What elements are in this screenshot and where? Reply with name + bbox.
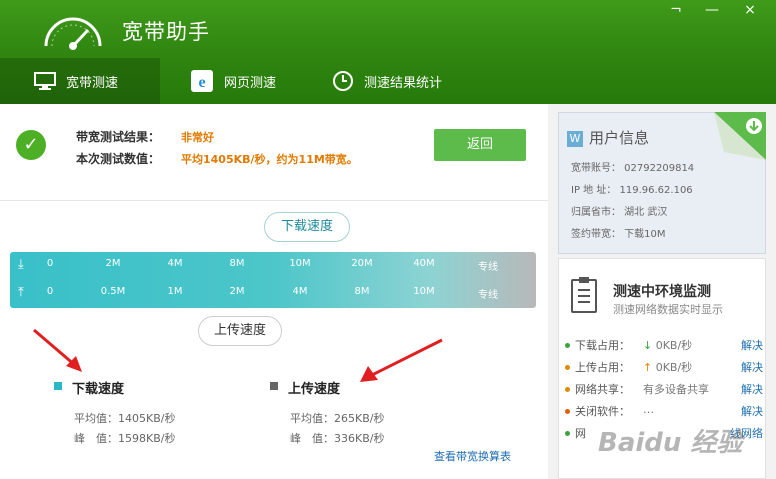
user-region: 归属省市： 湖北 武汉: [571, 207, 668, 218]
return-button[interactable]: 返回: [434, 129, 526, 161]
scale-tick: 10M: [413, 286, 435, 297]
scale-tick: 专线: [478, 262, 498, 273]
download-icon: ⤓: [18, 257, 24, 272]
env-row-share: 网络共享： 有多设备共享 解决: [565, 381, 763, 399]
red-arrow-icon: [33, 328, 82, 372]
tab-bar: 宽带测速 e 网页测速 测速结果统计: [0, 58, 776, 104]
speedometer-logo-icon: [44, 17, 102, 50]
tab-label: 网页测速: [224, 75, 277, 91]
scale-tick: 2M: [105, 258, 121, 269]
upload-legend-swatch: [270, 382, 278, 390]
status-dot: [565, 365, 570, 370]
download-scale-row: ⤓ 0 2M 4M 8M 10M 20M 40M 专线: [10, 252, 536, 280]
upload-speed-bubble: 上传速度: [198, 316, 282, 346]
main-panel: ✓ 带宽测试结果： 非常好 本次测试数值： 平均1405KB/秒，约为11M带宽…: [0, 104, 548, 479]
scale-tick: 20M: [351, 258, 373, 269]
monitor-icon: [34, 72, 56, 90]
scale-tick: 0.5M: [100, 286, 126, 297]
upload-scale-row: ⤒ 0 0.5M 1M 2M 4M 8M 10M 专线: [10, 280, 536, 308]
env-row-upload: 上传占用： ↑ 0KB/秒 解决: [565, 359, 763, 377]
resolve-link[interactable]: 解决: [741, 337, 763, 353]
minimize-button-2[interactable]: —: [702, 2, 722, 18]
resolve-link[interactable]: 解决: [741, 403, 763, 419]
download-peak: 峰 值：1598KB/秒: [74, 432, 176, 445]
bandwidth-conversion-link[interactable]: 查看带宽换算表: [434, 448, 511, 464]
tab-label: 测速结果统计: [364, 75, 443, 91]
tab-web-speedtest[interactable]: e 网页测速: [190, 58, 276, 104]
scale-tick: 8M: [229, 258, 245, 269]
title-bar: 宽带助手 ¬ — ×: [0, 0, 776, 58]
download-speed-bubble: 下载速度: [264, 212, 350, 242]
user-info-header: W 用户信息: [567, 127, 649, 148]
scale-tick: 0: [46, 286, 54, 297]
env-monitor-subtitle: 测速网络数据实时显示: [613, 303, 723, 316]
clipboard-icon: [571, 277, 597, 313]
env-label: 网: [575, 427, 586, 440]
download-corner-icon[interactable]: [714, 112, 766, 160]
user-account: 宽带账号： 02792209814: [571, 163, 695, 174]
download-stats-title: 下载速度: [72, 382, 125, 397]
divider: [0, 200, 548, 201]
scale-tick: 0: [46, 258, 54, 269]
app-title: 宽带助手: [122, 20, 210, 44]
user-bandwidth: 签约带宽： 下载10M: [571, 229, 666, 240]
minimize-button[interactable]: ¬: [666, 2, 686, 18]
scale-tick: 8M: [354, 286, 370, 297]
env-label: 网络共享：: [575, 383, 630, 396]
tab-broadband-speedtest[interactable]: 宽带测速: [0, 58, 160, 104]
scale-tick: 专线: [478, 290, 498, 301]
user-info-card: W 用户信息 宽带账号： 02792209814 IP 地 址： 119.96.6…: [558, 112, 766, 254]
watermark: Baidu 经验: [598, 428, 743, 458]
check-circle-icon: ✓: [16, 130, 46, 160]
env-row-download: 下载占用： ↓ 0KB/秒 解决: [565, 337, 763, 355]
upload-avg: 平均值：265KB/秒: [290, 412, 385, 425]
red-arrow-icon: [360, 338, 443, 382]
download-legend-swatch: [54, 382, 62, 390]
user-info-title: 用户信息: [589, 129, 650, 147]
upload-peak: 峰 值：336KB/秒: [290, 432, 385, 445]
test-value-label: 本次测试数值：: [76, 152, 161, 166]
result-label: 带宽测试结果：: [76, 130, 161, 144]
status-dot: [565, 409, 570, 414]
up-arrow-icon: ↑: [643, 361, 653, 374]
down-arrow-icon: ↓: [643, 339, 653, 352]
scale-tick: 40M: [413, 258, 435, 269]
result-value: 非常好: [181, 131, 214, 144]
scale-tick: 4M: [292, 286, 308, 297]
close-button[interactable]: ×: [740, 2, 760, 18]
env-label: 上传占用：: [575, 361, 630, 374]
status-dot: [565, 387, 570, 392]
speed-scale-bar: ⤓ 0 2M 4M 8M 10M 20M 40M 专线 ⤒ 0 0.5M 1M …: [10, 252, 536, 308]
tab-result-stats[interactable]: 测速结果统计: [332, 58, 442, 104]
user-ip: IP 地 址： 119.96.62.106: [571, 185, 693, 196]
status-dot: [565, 431, 570, 436]
clock-icon: [333, 71, 353, 91]
scale-tick: 10M: [289, 258, 311, 269]
status-dot: [565, 343, 570, 348]
ie-icon: e: [191, 70, 213, 92]
env-value: …: [643, 403, 654, 416]
env-label: 下载占用：: [575, 339, 630, 352]
user-info-icon: W: [567, 131, 583, 147]
resolve-link[interactable]: 解决: [741, 381, 763, 397]
resolve-link[interactable]: 解决: [741, 359, 763, 375]
tab-label: 宽带测速: [66, 75, 119, 91]
env-label: 关闭软件：: [575, 405, 630, 418]
scale-tick: 1M: [167, 286, 183, 297]
upload-icon: ⤒: [18, 285, 24, 300]
env-value: ↓ 0KB/秒: [643, 339, 693, 352]
env-row-close-software: 关闭软件： … 解决: [565, 403, 763, 421]
scale-tick: 2M: [229, 286, 245, 297]
env-value: ↑ 0KB/秒: [643, 361, 693, 374]
upload-stats-title: 上传速度: [288, 382, 341, 397]
env-monitor-title: 测速中环境监测: [613, 284, 711, 300]
download-avg: 平均值：1405KB/秒: [74, 412, 176, 425]
env-value: 有多设备共享: [643, 383, 709, 396]
scale-tick: 4M: [167, 258, 183, 269]
svg-text:e: e: [198, 74, 205, 91]
test-value: 平均1405KB/秒，约为11M带宽。: [181, 153, 358, 166]
